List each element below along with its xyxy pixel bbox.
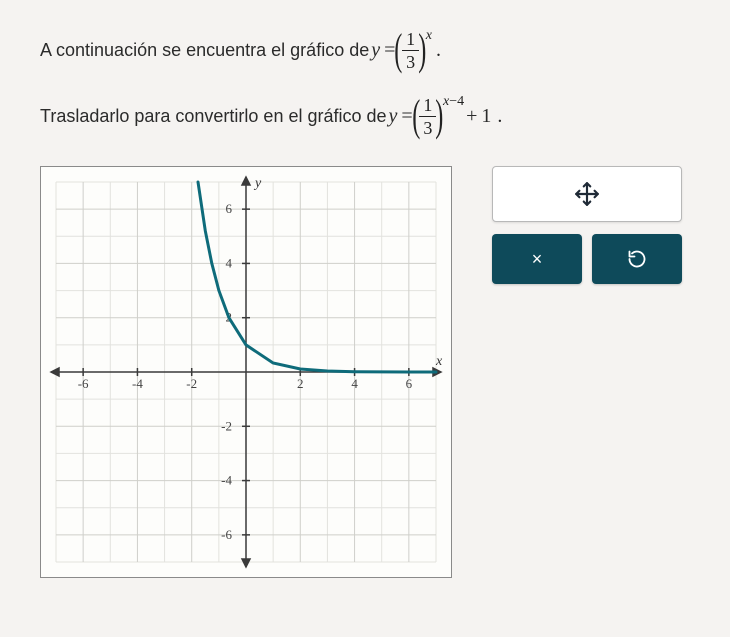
graph-panel[interactable]: -6-4-2246-6-4-2246 x y: [40, 166, 452, 578]
svg-text:2: 2: [297, 376, 304, 391]
close-button[interactable]: ×: [492, 234, 582, 284]
eq2-exponent: x−4: [443, 90, 464, 114]
eq2-frac-den: 3: [419, 116, 436, 137]
eq2-plus: +: [466, 99, 477, 133]
content-row: -6-4-2246-6-4-2246 x y: [40, 166, 690, 578]
svg-text:-4: -4: [221, 473, 232, 488]
svg-text:-4: -4: [132, 376, 143, 391]
move-tool-button[interactable]: [492, 166, 682, 222]
eq2-lhs: y: [389, 99, 398, 133]
eq1-lparen: (: [395, 28, 403, 72]
eq1-frac-den: 3: [402, 50, 419, 71]
svg-text:-6: -6: [78, 376, 89, 391]
tool-palette: ×: [492, 166, 682, 284]
eq2-equals: =: [401, 99, 412, 133]
eq2-one: 1: [481, 99, 491, 133]
problem-text: A continuación se encuentra el gráfico d…: [40, 28, 690, 138]
eq2-exp-4: 4: [457, 94, 464, 109]
svg-text:6: 6: [226, 201, 233, 216]
eq2-fraction: 1 3: [419, 96, 436, 137]
svg-text:-2: -2: [186, 376, 197, 391]
svg-text:4: 4: [351, 376, 358, 391]
svg-text:-2: -2: [221, 418, 232, 433]
close-icon: ×: [532, 249, 543, 270]
sentence-2: Trasladarlo para convertirlo en el gráfi…: [40, 94, 690, 138]
svg-text:6: 6: [406, 376, 413, 391]
eq2-exp-minus: −: [449, 94, 457, 109]
move-icon: [574, 181, 600, 207]
eq1-exponent: x: [426, 24, 432, 48]
eq2-frac-num: 1: [419, 96, 436, 116]
eq2-lparen: (: [412, 94, 420, 138]
undo-icon: [627, 249, 647, 269]
undo-button[interactable]: [592, 234, 682, 284]
sentence-1: A continuación se encuentra el gráfico d…: [40, 28, 690, 72]
eq1-lhs: y: [371, 33, 380, 67]
sentence-1-prefix: A continuación se encuentra el gráfico d…: [40, 35, 369, 66]
exercise-container: A continuación se encuentra el gráfico d…: [0, 0, 730, 637]
sentence-2-prefix: Trasladarlo para convertirlo en el gráfi…: [40, 101, 387, 132]
coordinate-plane[interactable]: -6-4-2246-6-4-2246 x y: [41, 167, 451, 577]
svg-text:4: 4: [226, 255, 233, 270]
eq1-fraction: 1 3: [402, 30, 419, 71]
y-axis-label: y: [253, 176, 262, 191]
action-buttons: ×: [492, 234, 682, 284]
svg-text:-6: -6: [221, 527, 232, 542]
eq1-frac-num: 1: [402, 30, 419, 50]
sentence-1-period: .: [436, 33, 441, 67]
sentence-2-period: .: [497, 99, 502, 133]
x-axis-label: x: [435, 354, 443, 369]
